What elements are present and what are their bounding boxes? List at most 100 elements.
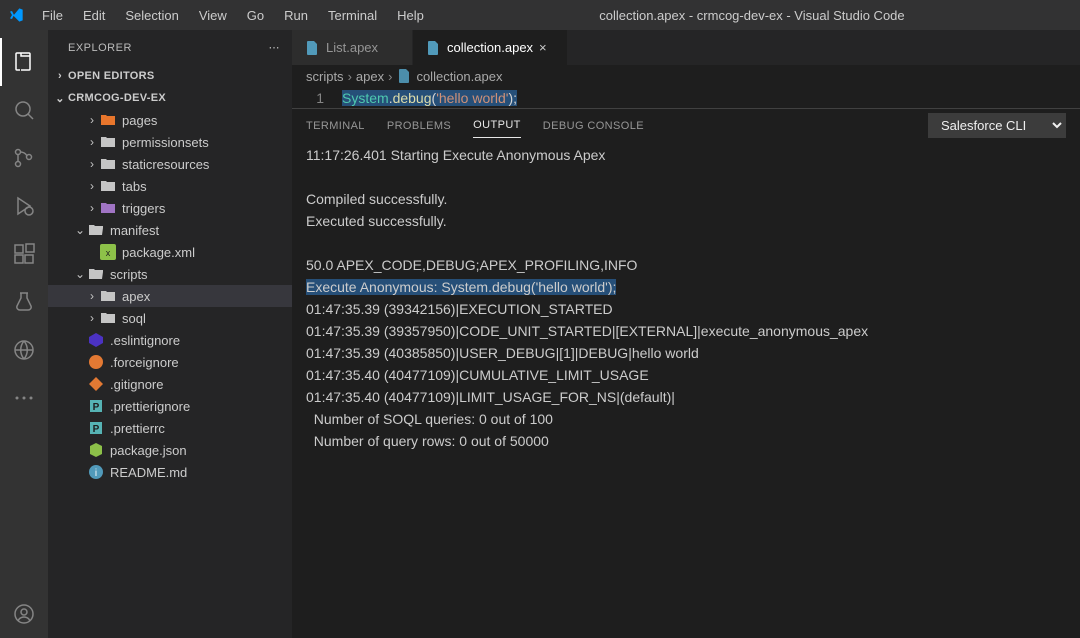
code-editor[interactable]: 1 System.debug('hello world');: [292, 87, 1080, 108]
tree-item-triggers[interactable]: ›triggers: [48, 197, 292, 219]
menu-edit[interactable]: Edit: [75, 4, 113, 27]
tree-item-scripts[interactable]: ⌄scripts: [48, 263, 292, 285]
menu-run[interactable]: Run: [276, 4, 316, 27]
file-icon: [396, 68, 412, 84]
info-icon: i: [88, 464, 104, 480]
tree-item-staticresources[interactable]: ›staticresources: [48, 153, 292, 175]
tree-item-package-json[interactable]: package.json: [48, 439, 292, 461]
tree-item-tabs[interactable]: ›tabs: [48, 175, 292, 197]
output-line: Number of query rows: 0 out of 50000: [306, 430, 1066, 452]
output-line: Execute Anonymous: System.debug('hello w…: [306, 276, 1066, 298]
code-line: System.debug('hello world');: [342, 89, 517, 108]
folder-orange-icon: [100, 112, 116, 128]
svg-text:P: P: [93, 402, 100, 413]
cloud-icon[interactable]: [0, 326, 48, 374]
chevron-right-icon: ›: [84, 201, 100, 215]
bottom-panel: TERMINAL PROBLEMS OUTPUT DEBUG CONSOLE Sale…: [292, 108, 1080, 638]
menu-view[interactable]: View: [191, 4, 235, 27]
xml-icon: x: [100, 244, 116, 260]
force-icon: [88, 354, 104, 370]
output-channel-dropdown[interactable]: Salesforce CLI: [928, 113, 1066, 138]
chevron-right-icon: ›: [84, 311, 100, 325]
tab-List-apex[interactable]: List.apex: [292, 30, 413, 65]
tab-collection-apex[interactable]: collection.apex×: [413, 30, 568, 65]
output-line: [306, 166, 1066, 188]
tree-item--forceignore[interactable]: .forceignore: [48, 351, 292, 373]
output-line: 50.0 APEX_CODE,DEBUG;APEX_PROFILING,INFO: [306, 254, 1066, 276]
folder-grey-icon: [100, 178, 116, 194]
menu-go[interactable]: Go: [239, 4, 272, 27]
chevron-down-icon: ⌄: [72, 267, 88, 281]
extensions-icon[interactable]: [0, 230, 48, 278]
output-line: Compiled successfully.: [306, 188, 1066, 210]
explorer-icon[interactable]: [0, 38, 48, 86]
folder-grey-icon: [100, 310, 116, 326]
prettier-icon: P: [88, 398, 104, 414]
close-icon[interactable]: ×: [539, 40, 555, 55]
tree-item-soql[interactable]: ›soql: [48, 307, 292, 329]
tree-item--prettierrc[interactable]: P.prettierrc: [48, 417, 292, 439]
prettier-icon: P: [88, 420, 104, 436]
menu-terminal[interactable]: Terminal: [320, 4, 385, 27]
panel-tab-problems[interactable]: PROBLEMS: [387, 114, 451, 138]
source-control-icon[interactable]: [0, 134, 48, 182]
tree-item--prettierignore[interactable]: P.prettierignore: [48, 395, 292, 417]
breadcrumb[interactable]: scripts› apex› collection.apex: [292, 65, 1080, 87]
chevron-right-icon: ›: [84, 289, 100, 303]
accounts-icon[interactable]: [0, 590, 48, 638]
chevron-right-icon: ›: [84, 135, 100, 149]
testing-icon[interactable]: [0, 278, 48, 326]
output-line: 01:47:35.40 (40477109)|LIMIT_USAGE_FOR_N…: [306, 386, 1066, 408]
tree-item-package-xml[interactable]: xpackage.xml: [48, 241, 292, 263]
chevron-down-icon: ⌄: [72, 223, 88, 237]
panel-tab-terminal[interactable]: TERMINAL: [306, 114, 365, 138]
more-icon[interactable]: [0, 374, 48, 422]
vscode-logo-icon: [8, 7, 24, 23]
svg-text:P: P: [93, 424, 100, 435]
chevron-right-icon: ›: [84, 113, 100, 127]
tree-item-manifest[interactable]: ⌄manifest: [48, 219, 292, 241]
folder-purple-icon: [100, 200, 116, 216]
tree-item-apex[interactable]: ›apex: [48, 285, 292, 307]
menu-help[interactable]: Help: [389, 4, 432, 27]
sidebar-title: EXPLORER: [68, 42, 132, 54]
svg-text:i: i: [95, 468, 97, 479]
workspace-section[interactable]: ⌄ CRMCOG-DEV-EX: [48, 87, 292, 109]
folder-grey-icon: [100, 288, 116, 304]
folder-open-icon: [88, 222, 104, 238]
git-icon: [88, 376, 104, 392]
run-debug-icon[interactable]: [0, 182, 48, 230]
output-line: Number of SOQL queries: 0 out of 100: [306, 408, 1066, 430]
output-content[interactable]: 11:17:26.401 Starting Execute Anonymous …: [292, 142, 1080, 638]
output-line: [306, 232, 1066, 254]
panel-tab-debug-console[interactable]: DEBUG CONSOLE: [543, 114, 644, 138]
editor-tabs: List.apexcollection.apex×: [292, 30, 1080, 65]
tree-item-README-md[interactable]: iREADME.md: [48, 461, 292, 483]
output-line: 01:47:35.39 (39342156)|EXECUTION_STARTED: [306, 298, 1066, 320]
tree-item-permissionsets[interactable]: ›permissionsets: [48, 131, 292, 153]
window-title: collection.apex - crmcog-dev-ex - Visual…: [432, 8, 1072, 23]
output-line: Executed successfully.: [306, 210, 1066, 232]
open-editors-section[interactable]: › OPEN EDITORS: [48, 65, 292, 87]
node-icon: [88, 442, 104, 458]
output-line: 01:47:35.39 (39357950)|CODE_UNIT_STARTED…: [306, 320, 1066, 342]
tree-item--eslintignore[interactable]: .eslintignore: [48, 329, 292, 351]
line-number: 1: [292, 89, 342, 108]
tree-item-pages[interactable]: ›pages: [48, 109, 292, 131]
folder-open-icon: [88, 266, 104, 282]
tree-item--gitignore[interactable]: .gitignore: [48, 373, 292, 395]
sidebar-more-icon[interactable]: ⋯: [269, 41, 281, 54]
chevron-right-icon: ›: [84, 179, 100, 193]
output-line: 01:47:35.39 (40385850)|USER_DEBUG|[1]|DE…: [306, 342, 1066, 364]
file-icon: [425, 40, 441, 56]
panel-tabs: TERMINAL PROBLEMS OUTPUT DEBUG CONSOLE Sale…: [292, 109, 1080, 142]
output-line: 01:47:35.40 (40477109)|CUMULATIVE_LIMIT_…: [306, 364, 1066, 386]
eslint-icon: [88, 332, 104, 348]
panel-tab-output[interactable]: OUTPUT: [473, 113, 521, 138]
menu-selection[interactable]: Selection: [117, 4, 186, 27]
menu-bar: FileEditSelectionViewGoRunTerminalHelp: [34, 4, 432, 27]
folder-grey-icon: [100, 134, 116, 150]
chevron-down-icon: ⌄: [52, 92, 68, 105]
menu-file[interactable]: File: [34, 4, 71, 27]
search-icon[interactable]: [0, 86, 48, 134]
